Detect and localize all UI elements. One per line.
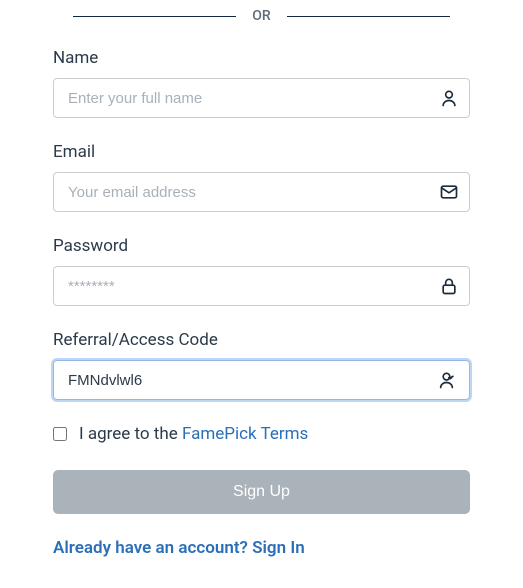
email-label: Email <box>53 142 470 162</box>
referral-input-wrap <box>53 360 470 400</box>
email-input-wrap <box>53 172 470 212</box>
divider-text: OR <box>236 8 286 24</box>
terms-link[interactable]: FamePick Terms <box>182 424 308 444</box>
lock-icon <box>438 275 460 297</box>
name-label: Name <box>53 48 470 68</box>
user-icon <box>438 87 460 109</box>
password-label: Password <box>53 236 470 256</box>
password-input-wrap <box>53 266 470 306</box>
divider-or: OR <box>73 8 450 24</box>
terms-text: I agree to the FamePick Terms <box>79 424 308 444</box>
signin-link[interactable]: Already have an account? Sign In <box>53 538 305 558</box>
user-check-icon <box>438 369 460 391</box>
referral-input[interactable] <box>53 360 470 400</box>
password-input[interactable] <box>53 266 470 306</box>
terms-row: I agree to the FamePick Terms <box>53 424 470 444</box>
terms-prefix: I agree to the <box>79 424 182 444</box>
mail-icon <box>438 181 460 203</box>
email-field-group: Email <box>53 142 470 212</box>
referral-field-group: Referral/Access Code <box>53 330 470 400</box>
name-input-wrap <box>53 78 470 118</box>
email-input[interactable] <box>53 172 470 212</box>
signup-button[interactable]: Sign Up <box>53 470 470 514</box>
name-field-group: Name <box>53 48 470 118</box>
name-input[interactable] <box>53 78 470 118</box>
terms-checkbox[interactable] <box>53 427 67 441</box>
password-field-group: Password <box>53 236 470 306</box>
referral-label: Referral/Access Code <box>53 330 470 350</box>
